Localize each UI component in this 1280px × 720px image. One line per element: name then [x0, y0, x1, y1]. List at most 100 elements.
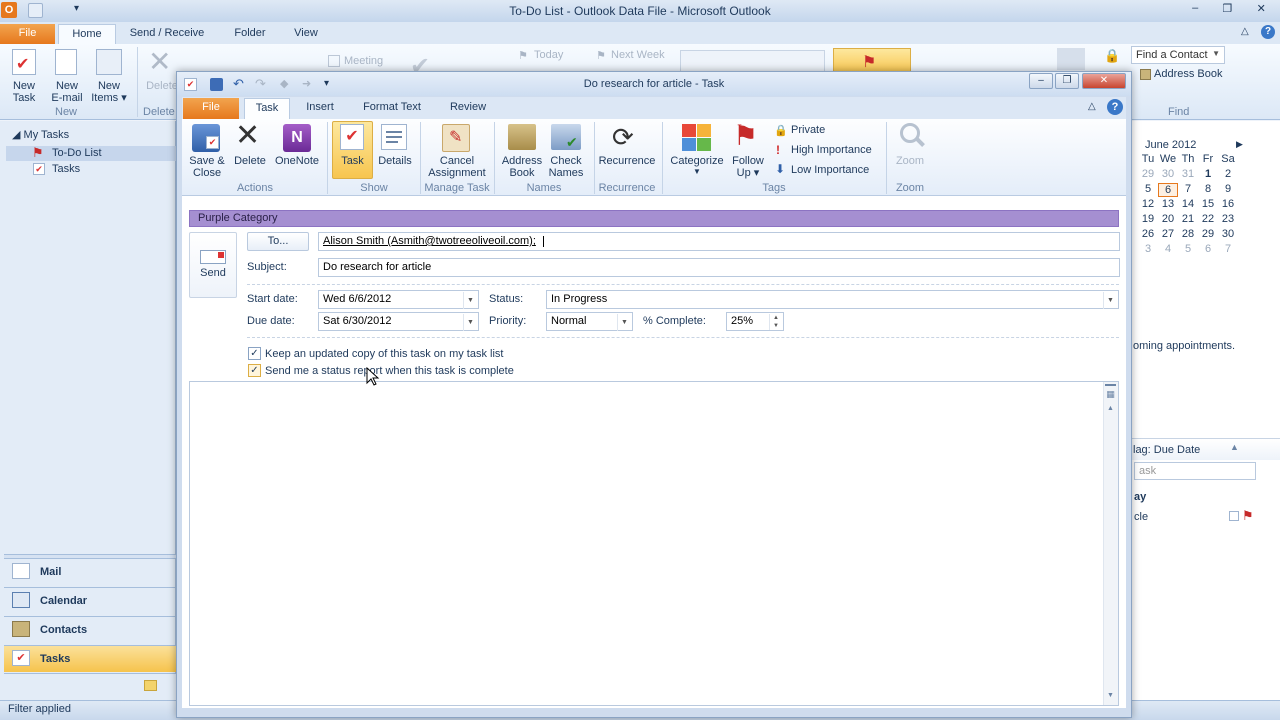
chevron-down-icon[interactable]: ▼ [1103, 292, 1117, 309]
calendar-day[interactable]: 21 [1178, 213, 1198, 227]
today-button[interactable]: Today [534, 49, 563, 61]
new-email-button[interactable]: New E-mail [46, 80, 88, 104]
task-maximize-button[interactable]: ❐ [1055, 73, 1079, 89]
percent-complete-stepper[interactable]: 25% ▲ ▼ [726, 312, 784, 331]
status-report-checkbox[interactable]: ✓ [248, 364, 261, 377]
calendar-day[interactable]: 29 [1138, 168, 1158, 182]
follow-up-button[interactable]: Follow Up ▾ [726, 155, 770, 179]
calendar-day[interactable]: 16 [1218, 198, 1238, 212]
calendar-day[interactable]: 3 [1138, 243, 1158, 257]
help-icon[interactable]: ? [1261, 25, 1275, 39]
calendar-day[interactable]: 1 [1198, 168, 1218, 182]
calendar-day[interactable]: 13 [1158, 198, 1178, 212]
calendar-day[interactable]: 29 [1198, 228, 1218, 242]
nav-item-tasks[interactable]: Tasks [52, 163, 80, 175]
new-items-button[interactable]: New Items ▾ [88, 80, 130, 104]
calendar-day[interactable]: 15 [1198, 198, 1218, 212]
onenote-button[interactable]: OneNote [272, 155, 322, 167]
save-close-button[interactable]: Save & Close [185, 155, 229, 179]
task-tab-review[interactable]: Review [443, 98, 493, 119]
priority-select[interactable]: Normal ▼ [546, 312, 633, 331]
calendar-day[interactable]: 28 [1178, 228, 1198, 242]
address-book-button[interactable]: Address Book [1154, 68, 1222, 80]
next-week-button[interactable]: Next Week [611, 49, 665, 61]
find-contact-box[interactable]: Find a Contact ▼ [1131, 46, 1225, 64]
zoom-button[interactable]: Zoom [890, 155, 930, 167]
calendar-day[interactable]: 19 [1138, 213, 1158, 227]
todo-item-checkbox[interactable] [1229, 511, 1239, 521]
sort-up-icon[interactable]: ▲ [1230, 442, 1239, 452]
task-tab-file[interactable]: File [183, 98, 239, 119]
chevron-down-icon[interactable]: ▼ [1212, 49, 1220, 58]
minimize-ribbon-icon[interactable]: △ [1088, 101, 1096, 112]
arrange-by-flag-due-date[interactable]: lag: Due Date [1133, 444, 1200, 456]
calendar-day[interactable]: 5 [1178, 243, 1198, 257]
calendar-day[interactable]: 7 [1218, 243, 1238, 257]
task-minimize-button[interactable]: – [1029, 73, 1053, 89]
tab-home[interactable]: Home [58, 24, 116, 44]
task-view-button[interactable]: Task [332, 155, 373, 167]
calendar-day[interactable]: 22 [1198, 213, 1218, 227]
tab-view[interactable]: View [286, 24, 326, 44]
folder-icon[interactable] [144, 680, 157, 691]
chevron-down-icon[interactable]: ▼ [693, 167, 701, 176]
task-close-button[interactable]: ✕ [1082, 73, 1126, 89]
maximize-icon[interactable]: ❐ [1223, 2, 1233, 18]
details-button[interactable]: Details [374, 155, 416, 167]
calendar-day[interactable]: 12 [1138, 198, 1158, 212]
start-date-field[interactable]: Wed 6/6/2012 ▼ [318, 290, 479, 309]
task-body-editor[interactable] [189, 381, 1119, 706]
keep-copy-checkbox[interactable]: ✓ [248, 347, 261, 360]
scroll-down-icon[interactable]: ▼ [1104, 692, 1117, 703]
body-scrollbar[interactable] [1103, 382, 1118, 705]
delete-task-button[interactable]: Delete [230, 155, 270, 167]
task-tab-insert[interactable]: Insert [298, 98, 342, 119]
chevron-down-icon[interactable]: ▼ [463, 314, 477, 331]
check-names-button[interactable]: Check Names [542, 155, 590, 179]
calendar-day-today[interactable]: 6 [1158, 183, 1178, 197]
due-date-field[interactable]: Sat 6/30/2012 ▼ [318, 312, 479, 331]
to-button[interactable]: To... [247, 232, 309, 251]
calendar-day[interactable]: 27 [1158, 228, 1178, 242]
chevron-down-icon[interactable]: ▼ [617, 314, 631, 331]
scroll-up-icon[interactable]: ▲ [1104, 405, 1117, 416]
address-book-button[interactable]: Address Book [498, 155, 546, 179]
calendar-day[interactable]: 4 [1158, 243, 1178, 257]
ruler-icon[interactable]: ▦ [1104, 389, 1117, 401]
calendar-day[interactable]: 31 [1178, 168, 1198, 182]
calendar-day[interactable]: 20 [1158, 213, 1178, 227]
tab-file[interactable]: File [0, 24, 55, 44]
calendar-day[interactable]: 14 [1178, 198, 1198, 212]
tab-folder[interactable]: Folder [218, 24, 282, 44]
minimize-icon[interactable]: – [1192, 2, 1198, 18]
meeting-button[interactable]: Meeting [344, 55, 383, 67]
high-importance-button[interactable]: High Importance [791, 144, 872, 156]
flag-icon[interactable]: ⚑ [1242, 508, 1254, 524]
cancel-assignment-button[interactable]: Cancel Assignment [422, 155, 492, 179]
calendar-day[interactable]: 9 [1218, 183, 1238, 197]
calendar-day[interactable]: 26 [1138, 228, 1158, 242]
calendar-day[interactable]: 8 [1198, 183, 1218, 197]
close-icon[interactable]: ✕ [1257, 2, 1266, 18]
recurrence-button[interactable]: Recurrence [596, 155, 658, 167]
stepper-down-icon[interactable]: ▼ [769, 322, 782, 330]
chevron-down-icon[interactable]: ▼ [463, 292, 477, 309]
minimize-ribbon-icon[interactable]: △ [1241, 26, 1249, 37]
calendar-day[interactable]: 5 [1138, 183, 1158, 197]
scrollbar-gripper[interactable] [1105, 384, 1116, 386]
categorize-button[interactable]: Categorize [666, 155, 728, 167]
to-field[interactable]: Alison Smith (Asmith@twotreeoliveoil.com… [318, 232, 1120, 251]
tab-send-receive[interactable]: Send / Receive [124, 24, 210, 44]
calendar-day[interactable]: 30 [1218, 228, 1238, 242]
status-select[interactable]: In Progress ▼ [546, 290, 1119, 309]
calendar-day[interactable]: 2 [1218, 168, 1238, 182]
calendar-day[interactable]: 6 [1198, 243, 1218, 257]
private-button[interactable]: Private [791, 124, 825, 136]
next-month-icon[interactable]: ▶ [1236, 139, 1243, 150]
calendar-day[interactable]: 30 [1158, 168, 1178, 182]
todo-item[interactable]: cle [1134, 511, 1148, 523]
task-tab-format-text[interactable]: Format Text [355, 98, 429, 119]
send-button[interactable]: Send [189, 232, 237, 298]
recipient-name[interactable]: Alison Smith (Asmith@twotreeoliveoil.com… [323, 235, 536, 247]
task-tab-task[interactable]: Task [244, 98, 290, 119]
